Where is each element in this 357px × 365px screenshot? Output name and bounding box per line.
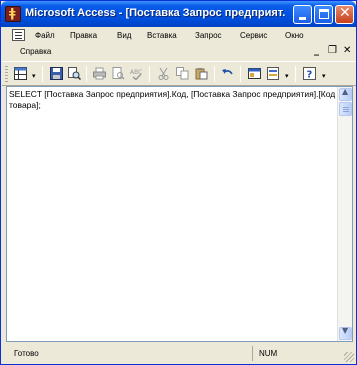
menu-edit[interactable]: Правка [70, 31, 97, 40]
menu-help[interactable]: Справка [20, 47, 51, 56]
mdi-close-button[interactable]: ✕ [343, 45, 351, 56]
close-button[interactable]: ✕ [335, 5, 354, 24]
print-button[interactable] [91, 65, 108, 82]
undo-button[interactable] [219, 65, 236, 82]
mdi-minimize-button[interactable]: _ [314, 45, 319, 56]
menu-tools[interactable]: Сервис [240, 31, 267, 40]
print-preview-icon [112, 67, 125, 80]
toolbar-separator [240, 66, 241, 82]
toolbar-separator [149, 66, 150, 82]
menu-file[interactable]: Файл [35, 31, 55, 40]
status-bar: Готово NUM [2, 343, 356, 364]
search-icon [68, 67, 81, 80]
maximize-button[interactable] [314, 5, 333, 24]
menu-row-main: Файл Правка Вид Вставка Запрос Сервис Ок… [2, 27, 356, 44]
new-object-button[interactable] [265, 65, 282, 82]
scroll-up-icon: ▲ [342, 87, 349, 96]
database-window-icon [248, 68, 261, 79]
cut-icon [158, 67, 169, 80]
view-dropdown-icon[interactable]: ▾ [32, 72, 36, 80]
datasheet-view-icon [14, 67, 27, 80]
undo-icon [222, 69, 233, 75]
status-text: Готово [14, 349, 39, 358]
spelling-icon: ABC [130, 69, 142, 80]
menu-window[interactable]: Окно [285, 31, 304, 40]
vertical-scrollbar[interactable]: ▲ ▼ [337, 87, 352, 341]
help-icon: ? [303, 67, 316, 80]
title-bar[interactable]: Microsoft Access - [Поставка Запрос пред… [1, 1, 356, 27]
spelling-button[interactable]: ABC [128, 65, 145, 82]
window-title: Microsoft Access - [Поставка Запрос пред… [25, 7, 285, 19]
menu-insert[interactable]: Вставка [147, 31, 177, 40]
new-object-dropdown-icon[interactable]: ▾ [285, 72, 289, 80]
status-separator [252, 346, 253, 361]
sql-text[interactable]: SELECT [Поставка Запрос предприятия].Код… [9, 89, 337, 111]
cut-button[interactable] [155, 65, 172, 82]
mdi-restore-button[interactable]: ❐ [328, 45, 337, 56]
menu-view[interactable]: Вид [117, 31, 131, 40]
copy-icon [176, 67, 189, 80]
help-button[interactable]: ? [301, 65, 318, 82]
view-button[interactable] [12, 65, 29, 82]
access-window: Microsoft Access - [Поставка Запрос пред… [0, 0, 357, 365]
access-key-icon[interactable] [5, 6, 21, 22]
database-window-button[interactable] [246, 65, 263, 82]
copy-button[interactable] [174, 65, 191, 82]
help-dropdown-icon[interactable]: ▾ [322, 72, 326, 80]
toolbar-separator [86, 66, 87, 82]
print-preview-button[interactable] [110, 65, 127, 82]
scroll-down-icon: ▼ [342, 326, 349, 335]
query-document-icon[interactable] [12, 29, 25, 41]
minimize-button[interactable] [293, 5, 312, 24]
toolbar-separator [42, 66, 43, 82]
scroll-down-button[interactable]: ▼ [339, 326, 352, 340]
toolbar-grip[interactable] [5, 66, 8, 82]
maximize-icon [319, 9, 329, 19]
print-icon [93, 67, 106, 80]
resize-grip[interactable] [344, 352, 354, 362]
close-icon: ✕ [339, 5, 351, 21]
paste-button[interactable] [193, 65, 210, 82]
file-search-button[interactable] [66, 65, 83, 82]
menu-query[interactable]: Запрос [195, 31, 222, 40]
scroll-up-button[interactable]: ▲ [339, 87, 352, 101]
sql-editor[interactable]: SELECT [Поставка Запрос предприятия].Код… [6, 86, 353, 342]
menu-bar: Файл Правка Вид Вставка Запрос Сервис Ок… [2, 27, 356, 61]
menu-row-second: Справка _ ❐ ✕ [2, 44, 356, 61]
save-button[interactable] [48, 65, 65, 82]
query-toolbar: ▾ ABC ▾ ? ▾ [2, 61, 356, 86]
save-icon [50, 67, 63, 80]
minimize-icon [299, 17, 306, 20]
scroll-thumb[interactable] [339, 102, 352, 116]
toolbar-separator [295, 66, 296, 82]
toolbar-separator [214, 66, 215, 82]
paste-icon [195, 68, 208, 80]
svg-text:?: ? [307, 70, 313, 81]
new-object-icon [267, 67, 279, 80]
num-lock-indicator: NUM [259, 349, 278, 358]
